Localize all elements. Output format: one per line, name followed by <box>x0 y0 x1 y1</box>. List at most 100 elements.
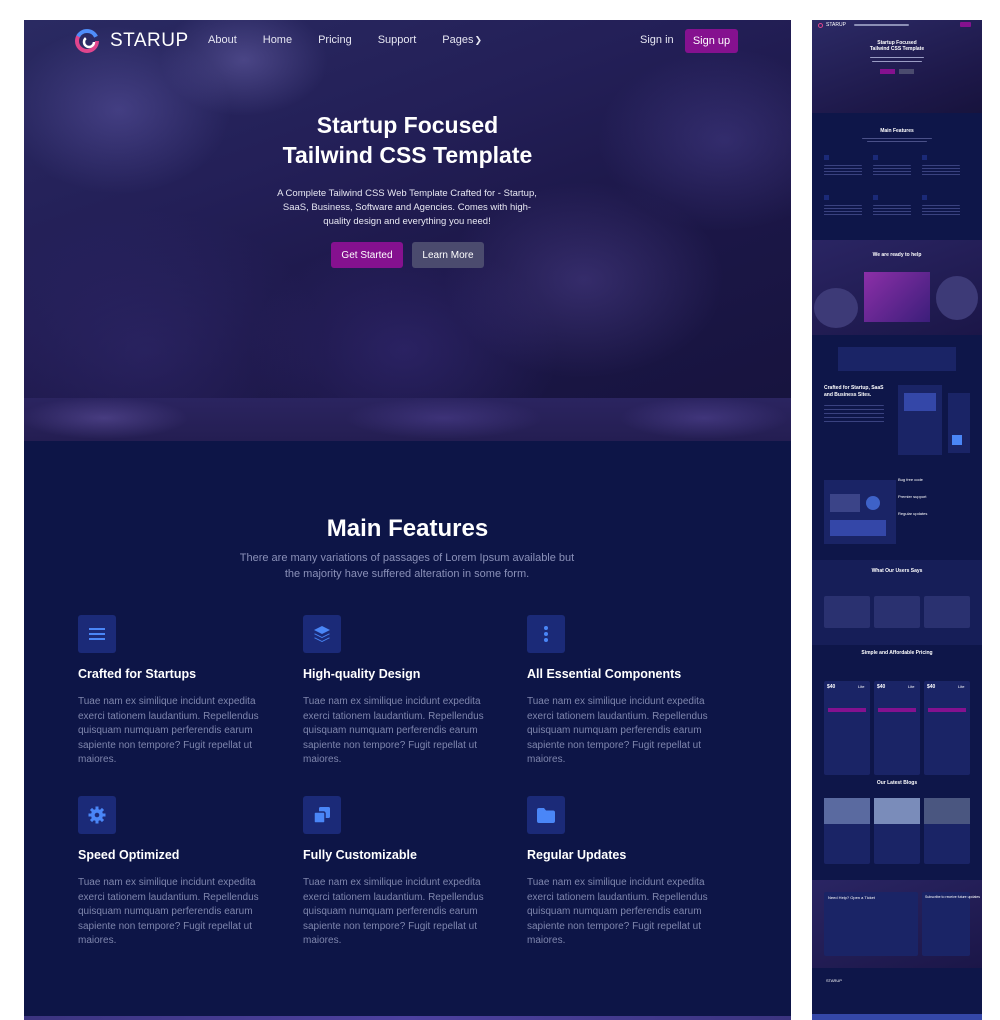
thumb-footer-bar <box>812 1014 982 1020</box>
feature-text: Tuae nam ex similique incidunt expedita … <box>78 877 259 946</box>
feature-title: High-quality Design <box>303 667 421 681</box>
feature-text: Tuae nam ex similique incidunt expedita … <box>78 696 259 765</box>
thumb-updates-title: Regular updates <box>898 511 928 516</box>
hero-title-line1: Startup Focused <box>316 112 499 138</box>
thumb-testimonial-card <box>874 596 920 628</box>
thumb-brand: STARUP <box>826 22 846 28</box>
thumb-feature-text <box>873 165 911 177</box>
thumb-plan: Lite <box>908 684 915 689</box>
signup-button[interactable]: Sign up <box>685 29 738 53</box>
thumb-hero-sub <box>870 57 924 58</box>
signin-link[interactable]: Sign in <box>640 34 674 46</box>
folder-icon <box>527 796 565 834</box>
get-started-button[interactable]: Get Started <box>331 242 403 268</box>
thumb-blog-image <box>874 798 920 824</box>
thumb-blogs: Our Latest Blogs <box>812 780 982 880</box>
thumb-plan: Lite <box>958 684 965 689</box>
thumb-price-card: $40 Lite <box>824 681 870 775</box>
thumb-blog-image <box>924 798 970 824</box>
feature-card: Crafted for Startups Tuae nam ex similiq… <box>78 615 278 768</box>
nav-link-about[interactable]: About <box>208 34 237 46</box>
feature-card: Fully Customizable Tuae nam ex similique… <box>303 796 503 949</box>
gear-icon <box>78 796 116 834</box>
thumb-help-title: We are ready to help <box>872 252 922 258</box>
thumb-help: We are ready to help <box>812 240 982 335</box>
thumb-crafted-image <box>904 393 936 411</box>
thumb-benefits-image <box>866 496 880 510</box>
thumb-features-sub <box>862 138 932 139</box>
thumb-feature-icon <box>873 155 878 160</box>
thumb-feature-text <box>922 205 960 217</box>
thumb-crafted-title2: and Business Sites. <box>824 392 872 398</box>
thumb-logo-icon <box>818 23 823 28</box>
thumb-crafted: Crafted for Startup, SaaS and Business S… <box>812 385 982 480</box>
thumb-users-title: What Our Users Says <box>871 568 923 574</box>
brand-name[interactable]: STARUP <box>110 30 189 52</box>
thumb-features-sub <box>867 141 927 142</box>
nav-links: About Home Pricing Support Pages❯ <box>208 34 508 46</box>
nav-link-pages[interactable]: Pages❯ <box>442 34 482 46</box>
feature-title: All Essential Components <box>527 667 682 681</box>
next-section-edge <box>24 1016 791 1020</box>
feature-card: All Essential Components Tuae nam ex sim… <box>527 615 727 768</box>
thumb-blog-card <box>824 798 870 864</box>
feature-text: Tuae nam ex similique incidunt expedita … <box>303 696 484 765</box>
thumb-testimonials: What Our Users Says <box>812 560 982 645</box>
thumb-hero: STARUP Startup Focused Tailwind CSS Temp… <box>812 20 982 113</box>
hero-title: Startup Focused Tailwind CSS Template <box>24 110 791 170</box>
hero-background <box>24 20 791 441</box>
thumb-leaf-shape <box>936 276 978 320</box>
feature-card: High-quality Design Tuae nam ex similiqu… <box>303 615 503 768</box>
thumb-contact: Need Help? Open a Ticket Subscribe to re… <box>812 880 982 968</box>
thumb-blog-card <box>924 798 970 864</box>
thumb-feature-text <box>922 165 960 177</box>
feature-title: Speed Optimized <box>78 848 180 862</box>
thumb-price-card: $40 Lite <box>924 681 970 775</box>
thumb-footer-brand: STARUP <box>826 978 842 983</box>
thumb-features: Main Features <box>812 113 982 240</box>
thumb-price-button <box>878 708 916 712</box>
thumb-price: $40 <box>827 684 836 690</box>
hero-bottom-band <box>24 398 791 441</box>
chevron-down-icon: ❯ <box>474 35 482 45</box>
nav-link-home[interactable]: Home <box>263 34 292 46</box>
thumb-feature-text <box>824 205 862 217</box>
thumb-bug-title: Bug free code <box>898 477 923 482</box>
thumb-hero-title2: Tailwind CSS Template <box>869 46 925 52</box>
learn-more-button[interactable]: Learn More <box>412 242 484 268</box>
hero-subtitle: A Complete Tailwind CSS Web Template Cra… <box>277 188 537 227</box>
thumb-feature-text <box>873 205 911 217</box>
nav-link-pricing[interactable]: Pricing <box>318 34 352 46</box>
thumb-pricing: Simple and Affordable Pricing $40 Lite $… <box>812 645 982 780</box>
thumb-signup <box>960 22 971 27</box>
thumb-pricing-title: Simple and Affordable Pricing <box>861 650 933 656</box>
thumb-footer: STARUP <box>812 968 982 1020</box>
thumb-features-title: Main Features <box>880 128 914 134</box>
thumb-price-card: $40 Lite <box>874 681 920 775</box>
nav-link-support[interactable]: Support <box>378 34 417 46</box>
dots-vertical-icon <box>527 615 565 653</box>
thumb-blog-card <box>874 798 920 864</box>
thumb-ticket-card: Need Help? Open a Ticket <box>824 892 918 956</box>
thumb-price-button <box>828 708 866 712</box>
thumb-support-title: Premier support <box>898 494 927 499</box>
features-subtitle: There are many variations of passages of… <box>239 552 575 580</box>
thumb-feature-text <box>824 165 862 177</box>
thumb-subscribe-title: Subscribe to receive future updates <box>925 895 981 899</box>
starup-logo-icon[interactable] <box>74 28 100 54</box>
nav-link-pages-label: Pages <box>442 34 474 46</box>
thumb-benefits-image <box>830 520 886 536</box>
thumb-testimonial-card <box>824 596 870 628</box>
feature-title: Crafted for Startups <box>78 667 197 681</box>
feature-title: Fully Customizable <box>303 848 417 862</box>
layers-icon <box>303 615 341 653</box>
thumb-testimonial-card <box>924 596 970 628</box>
feature-title: Regular Updates <box>527 848 627 862</box>
menu-icon <box>78 615 116 653</box>
thumb-crafted-text <box>824 405 884 423</box>
thumb-feature-icon <box>824 155 829 160</box>
thumb-price-button <box>928 708 966 712</box>
thumb-help-image <box>864 272 930 322</box>
thumb-feature-icon <box>824 195 829 200</box>
thumb-crafted-image <box>952 435 962 445</box>
